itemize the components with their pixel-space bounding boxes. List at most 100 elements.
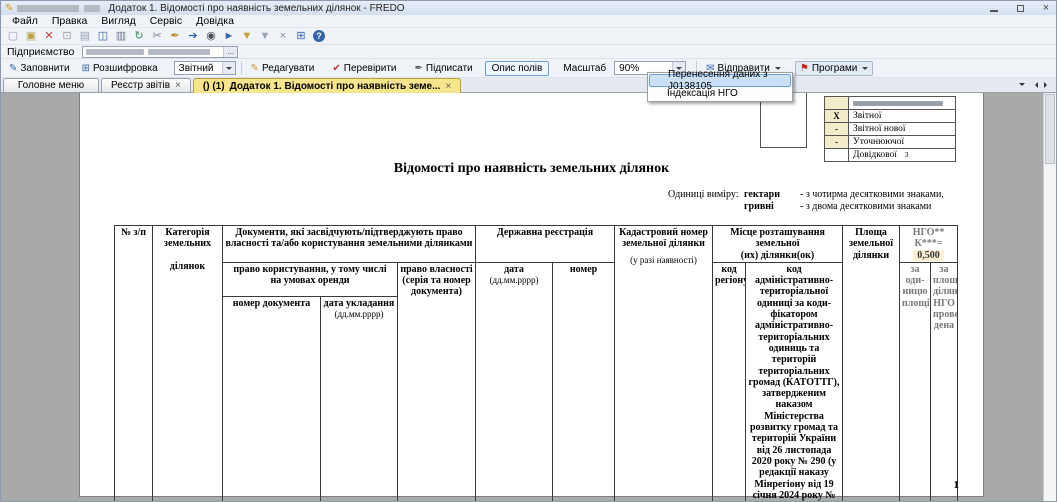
menu-item-data-transfer[interactable]: Перенесення даних з J0138105 [649,74,791,87]
col-header-katottg: код адміністративно-територіальної одини… [746,262,843,501]
col-header-region-code: код регіону [713,262,746,501]
tab-main-menu[interactable]: Головне меню [3,78,99,92]
verify-button[interactable]: ✔ Перевірити [328,61,400,76]
menu-bar: Файл Правка Вигляд Сервіс Довідка [1,15,1056,28]
edit-icon: ✎ [251,63,259,74]
tab-list-icon[interactable] [1019,83,1025,89]
main-toolbar: ▢▣✕⊡▤◫▥↻✂✒➔◉►▼▼×⊞? [1,28,1056,45]
type-mark-cell[interactable] [825,149,849,161]
units-label: Одиниці виміру: [668,189,744,201]
type-label: Звітної [849,110,955,122]
redacted-enterprise-name [148,49,210,55]
period-dropdown-icon[interactable] [222,62,235,74]
menu-help[interactable]: Довідка [189,15,241,28]
filter-clear-icon[interactable]: ▼ [257,29,273,44]
page-number: 1 [954,479,960,491]
menu-service[interactable]: Сервіс [143,15,189,28]
restore-button[interactable] [1014,2,1026,14]
help-icon[interactable]: ? [313,30,325,42]
unit-hryvnia-desc: - з двома десятковими знаками [800,201,931,213]
sub-header-use-right: право користування, у тому числі на умов… [223,262,398,296]
menu-edit[interactable]: Правка [45,15,94,28]
close-button[interactable]: × [1040,2,1052,14]
col-header-ownership: право власності (серія та номер документ… [398,262,476,501]
form-title: Відомості про наявність земельних діляно… [80,161,983,177]
footnote-ref: 3 [905,149,909,161]
type-label: Звітної нової [849,123,955,135]
tab-prev-icon[interactable] [1032,82,1038,88]
tab-close-icon[interactable]: × [175,79,181,92]
type-row-reporting-new: - Звітної нової [824,123,956,136]
col-header-ngo-per-unit: за оди-ницю площі [900,262,931,501]
table-export-icon[interactable]: ⊞ [293,29,309,44]
document-viewport: X Звітної - Звітної нової - Уточнюючої Д… [1,93,1056,501]
tab-report-registry[interactable]: Реєстр звітів × [101,78,191,92]
sign-button[interactable]: ✒ Підписати [411,61,477,76]
type-mark-cell[interactable]: X [825,110,849,122]
enterprise-row: Підприємство ... [1,45,1056,59]
sign-icon[interactable]: ✒ [167,29,183,44]
copy-icon[interactable]: ⊡ [59,29,75,44]
menu-file[interactable]: Файл [5,15,45,28]
col-header-reg-number: номер [553,262,615,501]
save-icon[interactable]: ◫ [95,29,111,44]
new-document-icon[interactable]: ▢ [5,29,21,44]
action-toolbar: ✎ Заповнити ⊞ Розшифровка Звітний ✎ Реда… [1,59,1056,78]
redacted-enterprise-code [86,49,144,55]
title-bar: ✎ Додаток 1. Відомості про наявність зем… [1,1,1056,15]
collapse-icon[interactable]: × [275,29,291,44]
browse-button[interactable]: ... [223,47,237,57]
programs-dropdown-icon[interactable] [862,67,868,73]
redacted-company-name [17,5,79,12]
scale-label: Масштаб [563,63,606,74]
menu-view[interactable]: Вигляд [94,15,142,28]
unit-hectares: гектари [744,189,800,201]
tab-annex1-active[interactable]: () (1) Додаток 1. Відомості про наявніст… [193,78,461,93]
type-mark-cell[interactable]: - [825,123,849,135]
filter-icon[interactable]: ▼ [239,29,255,44]
col-header-doc-number: номер документа [223,296,321,501]
ngo-coefficient-input[interactable]: 0,500 [913,250,944,261]
app-pencil-icon: ✎ [5,3,13,14]
decrypt-button[interactable]: ⊞ Розшифровка [78,61,162,76]
land-form-table: № з/п Категорія земельних ділянок Докуме… [114,225,958,501]
edit-button[interactable]: ✎ Редагувати [247,61,319,76]
cut-icon[interactable]: ✂ [149,29,165,44]
enterprise-input[interactable]: ... [82,46,238,58]
export-icon[interactable]: ➔ [185,29,201,44]
tab-next-icon[interactable] [1044,82,1050,88]
type-label: Довідкової [853,149,897,161]
field-description-button[interactable]: Опис полів [485,61,550,76]
type-row-clarifying: - Уточнюючої [824,136,956,149]
paste-icon[interactable]: ▤ [77,29,93,44]
tab-close-icon[interactable]: × [445,80,451,93]
refresh-icon[interactable]: ↻ [131,29,147,44]
minimize-button[interactable] [988,2,1000,14]
scrollbar-thumb[interactable] [1045,94,1055,164]
unit-hectares-desc: - з чотирма десятковими знаками, [800,189,944,201]
programs-button[interactable]: ⚑ Програми [795,61,874,76]
type-row-hidden [824,97,956,110]
type-label: Уточнюючої [849,136,955,148]
col-header-serial: № з/п [115,226,153,502]
find-icon[interactable]: ◉ [203,29,219,44]
print-icon[interactable]: ▥ [113,29,129,44]
col-header-reg-date: дата (дд.мм.рррр) [476,262,553,501]
group-header-location: Місце розташування земельної (их) ділянк… [713,226,843,263]
sign-icon: ✒ [415,63,423,74]
redacted-type-label [853,101,943,106]
open-document-icon[interactable]: ▣ [23,29,39,44]
period-select[interactable]: Звітний [174,61,236,75]
vertical-scrollbar[interactable] [1043,93,1056,501]
forward-icon[interactable]: ► [221,29,237,44]
col-header-conclusion-date: дата укладання (дд.мм.рррр) [321,296,398,501]
delete-document-icon[interactable]: ✕ [41,29,57,44]
type-row-reporting: X Звітної [824,110,956,123]
units-block: Одиниці виміру: гектари - з чотирма деся… [668,189,944,212]
report-type-table: X Звітної - Звітної нової - Уточнюючої Д… [824,96,956,162]
ngo-title: НГО** [902,227,955,238]
type-mark-cell[interactable]: - [825,136,849,148]
programs-dropdown-menu: Перенесення даних з J0138105 Індексація … [647,72,793,102]
type-mark-cell[interactable] [825,97,849,109]
fill-button[interactable]: ✎ Заповнити [5,61,74,76]
